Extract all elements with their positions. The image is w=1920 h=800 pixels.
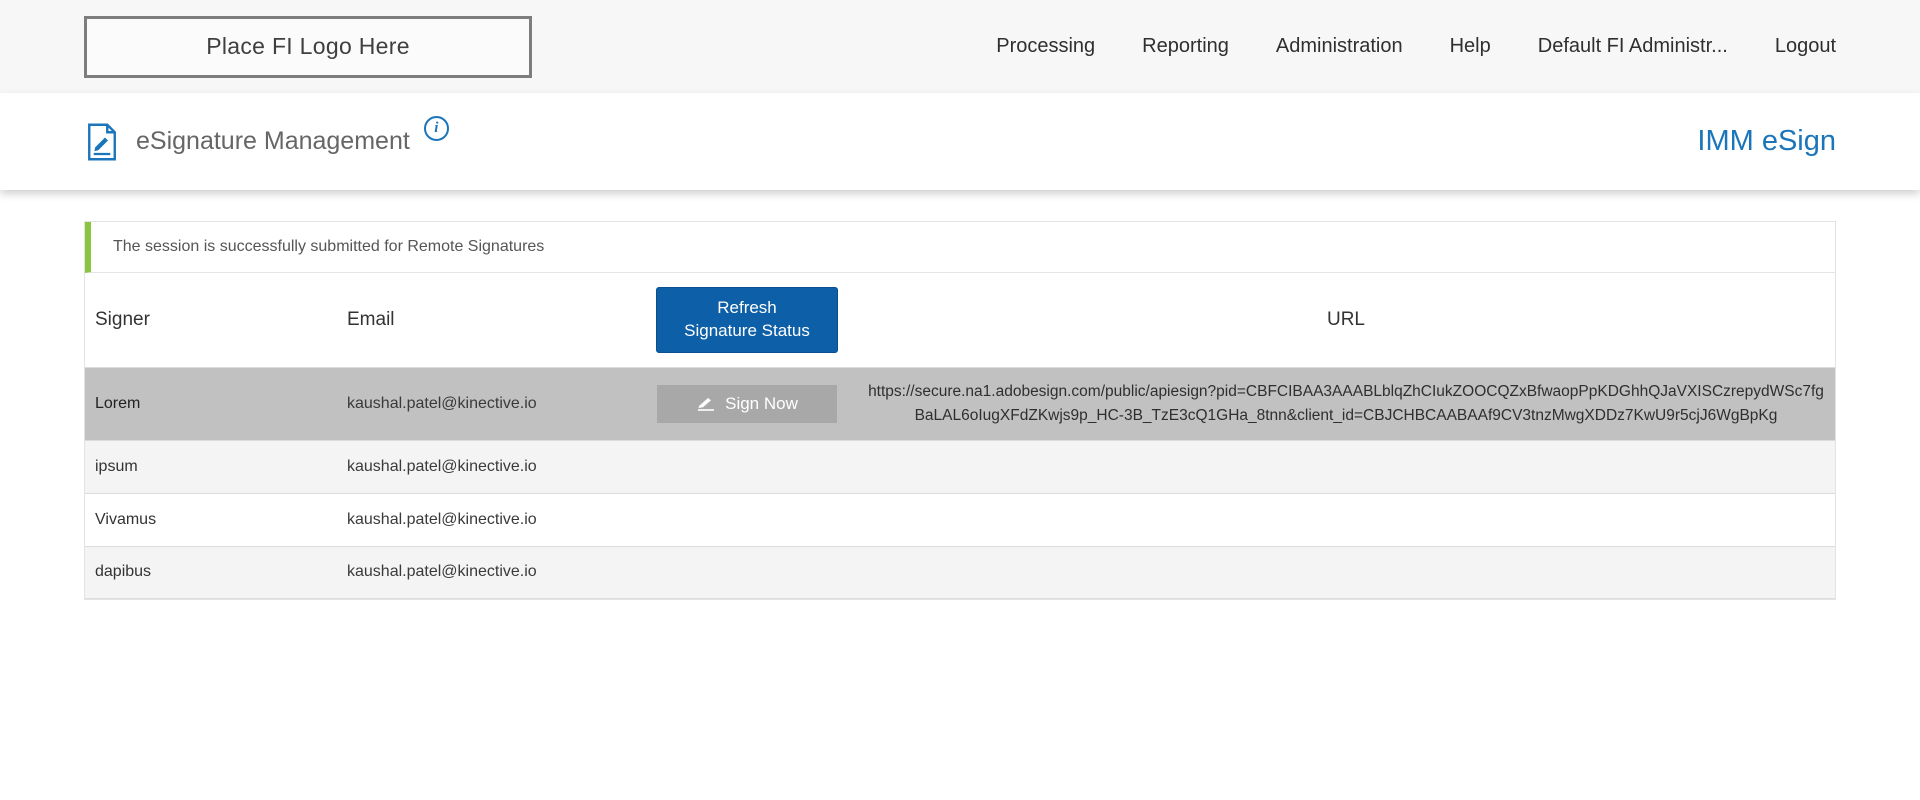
signer-name: Vivamus [85,511,347,529]
signer-name: Lorem [85,395,347,413]
signer-email: kaushal.patel@kinective.io [347,511,637,529]
signature-panel: The session is successfully submitted fo… [84,221,1836,600]
fi-logo-placeholder: Place FI Logo Here [84,16,532,78]
nav-item-help[interactable]: Help [1450,35,1491,58]
esignature-document-icon [84,122,120,162]
signer-email: kaushal.patel@kinective.io [347,563,637,581]
column-header-url: URL [857,309,1835,331]
table-row: Vivamus kaushal.patel@kinective.io [85,493,1835,546]
sign-now-label: Sign Now [725,394,798,414]
refresh-button-line2: Signature Status [684,321,810,340]
nav-item-processing[interactable]: Processing [996,35,1095,58]
info-icon[interactable]: i [424,116,449,141]
signing-url[interactable]: https://secure.na1.adobesign.com/public/… [857,368,1835,440]
main-content: The session is successfully submitted fo… [0,190,1920,660]
success-message-bar: The session is successfully submitted fo… [85,222,1835,273]
pen-signature-icon [696,397,716,411]
page-title-bar: eSignature Management i IMM eSign [0,93,1920,190]
page-title: eSignature Management [136,127,410,156]
brand-imm-esign: IMM eSign [1697,125,1836,158]
sign-now-button[interactable]: Sign Now [657,385,837,423]
refresh-button-line1: Refresh [717,298,777,317]
column-header-signer: Signer [85,309,347,331]
nav-item-administration[interactable]: Administration [1276,35,1403,58]
nav-item-reporting[interactable]: Reporting [1142,35,1229,58]
signer-name: ipsum [85,458,347,476]
nav-item-logout[interactable]: Logout [1775,35,1836,58]
table-header-row: Signer Email Refresh Signature Status UR… [85,273,1835,367]
signer-email: kaushal.patel@kinective.io [347,395,637,413]
table-row: Lorem kaushal.patel@kinective.io Sign No… [85,367,1835,440]
success-message-text: The session is successfully submitted fo… [113,238,544,255]
column-header-email: Email [347,309,637,331]
fi-logo-text: Place FI Logo Here [206,33,410,60]
refresh-signature-status-button[interactable]: Refresh Signature Status [656,287,838,353]
top-navigation-bar: Place FI Logo Here Processing Reporting … [0,0,1920,93]
title-group: eSignature Management i [84,122,1697,162]
table-row: ipsum kaushal.patel@kinective.io [85,440,1835,493]
signer-name: dapibus [85,563,347,581]
table-row: dapibus kaushal.patel@kinective.io [85,546,1835,599]
signer-email: kaushal.patel@kinective.io [347,458,637,476]
main-nav: Processing Reporting Administration Help… [996,35,1836,58]
nav-item-current-user[interactable]: Default FI Administr... [1538,35,1728,58]
